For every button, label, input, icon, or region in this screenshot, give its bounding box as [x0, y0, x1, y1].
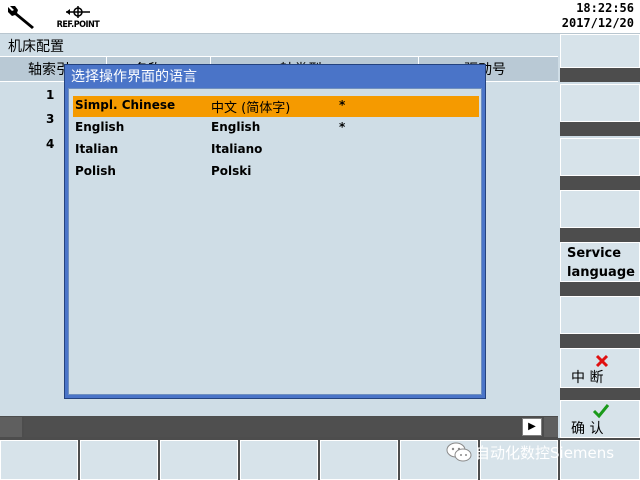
scroll-right-button[interactable]: ▶ — [522, 418, 542, 436]
language-native-name: English — [211, 120, 261, 134]
softkey-v6[interactable] — [560, 296, 640, 334]
language-mark: * — [339, 98, 346, 112]
time-display: 18:22:56 — [576, 1, 634, 15]
watermark-text: 自动化数控Siemens — [475, 444, 615, 462]
service-language-button[interactable]: Service language — [560, 242, 640, 282]
softkey-v1[interactable] — [560, 34, 640, 68]
confirm-label: 确 认 — [571, 421, 604, 437]
confirm-check-icon — [592, 404, 610, 419]
clock: 18:22:56 2017/12/20 — [562, 1, 634, 31]
refpoint-label: REF.POINT — [56, 20, 100, 30]
softkey-h2[interactable] — [80, 440, 158, 480]
softkey-v2[interactable] — [560, 84, 640, 122]
language-row-polish[interactable]: Polish Polski — [73, 162, 479, 183]
status-bar: ▶ — [0, 416, 558, 438]
table-row-axis-index[interactable]: 4 — [46, 137, 54, 151]
language-native-name: 中文 (简体字) — [211, 101, 291, 116]
service-language-label-line1: Service — [567, 246, 622, 261]
dialog-title: 选择操作界面的语言 — [71, 69, 197, 85]
wrench-icon[interactable] — [6, 3, 40, 31]
language-native-name: Italiano — [211, 142, 263, 156]
refpoint-icon — [66, 6, 90, 18]
softkey-v4[interactable] — [560, 190, 640, 228]
language-list: Simpl. Chinese 中文 (简体字) * English Englis… — [68, 88, 482, 395]
language-dialog: 选择操作界面的语言 Simpl. Chinese 中文 (简体字) * Engl… — [64, 64, 486, 399]
language-row-english[interactable]: English English * — [73, 118, 479, 139]
cancel-button[interactable]: 中 断 — [560, 348, 640, 388]
softkey-h4[interactable] — [240, 440, 318, 480]
page-title-bar: 机床配置 — [0, 34, 558, 57]
wechat-icon — [446, 442, 472, 462]
language-native-name: Polski — [211, 164, 252, 178]
refpoint-indicator: REF.POINT — [48, 3, 108, 31]
softkey-h3[interactable] — [160, 440, 238, 480]
table-row-axis-index[interactable]: 1 — [46, 88, 54, 102]
confirm-button[interactable]: 确 认 — [560, 400, 640, 438]
language-name: Italian — [75, 142, 119, 156]
language-name: English — [75, 120, 125, 134]
language-row-simplified-chinese[interactable]: Simpl. Chinese 中文 (简体字) * — [73, 96, 479, 117]
table-row-axis-index[interactable]: 3 — [46, 112, 54, 126]
page-title: 机床配置 — [8, 39, 64, 55]
language-row-italian[interactable]: Italian Italiano — [73, 140, 479, 161]
top-header: REF.POINT 18:22:56 2017/12/20 — [0, 0, 640, 34]
language-name: Polish — [75, 164, 116, 178]
language-mark: * — [339, 120, 346, 134]
service-language-label-line2: language — [567, 265, 635, 280]
softkey-h5[interactable] — [320, 440, 398, 480]
language-name: Simpl. Chinese — [75, 98, 176, 112]
softkey-h1[interactable] — [0, 440, 78, 480]
date-display: 2017/12/20 — [561, 16, 634, 30]
softkey-v3[interactable] — [560, 138, 640, 176]
cancel-x-icon — [595, 354, 609, 368]
cancel-label: 中 断 — [571, 370, 604, 386]
